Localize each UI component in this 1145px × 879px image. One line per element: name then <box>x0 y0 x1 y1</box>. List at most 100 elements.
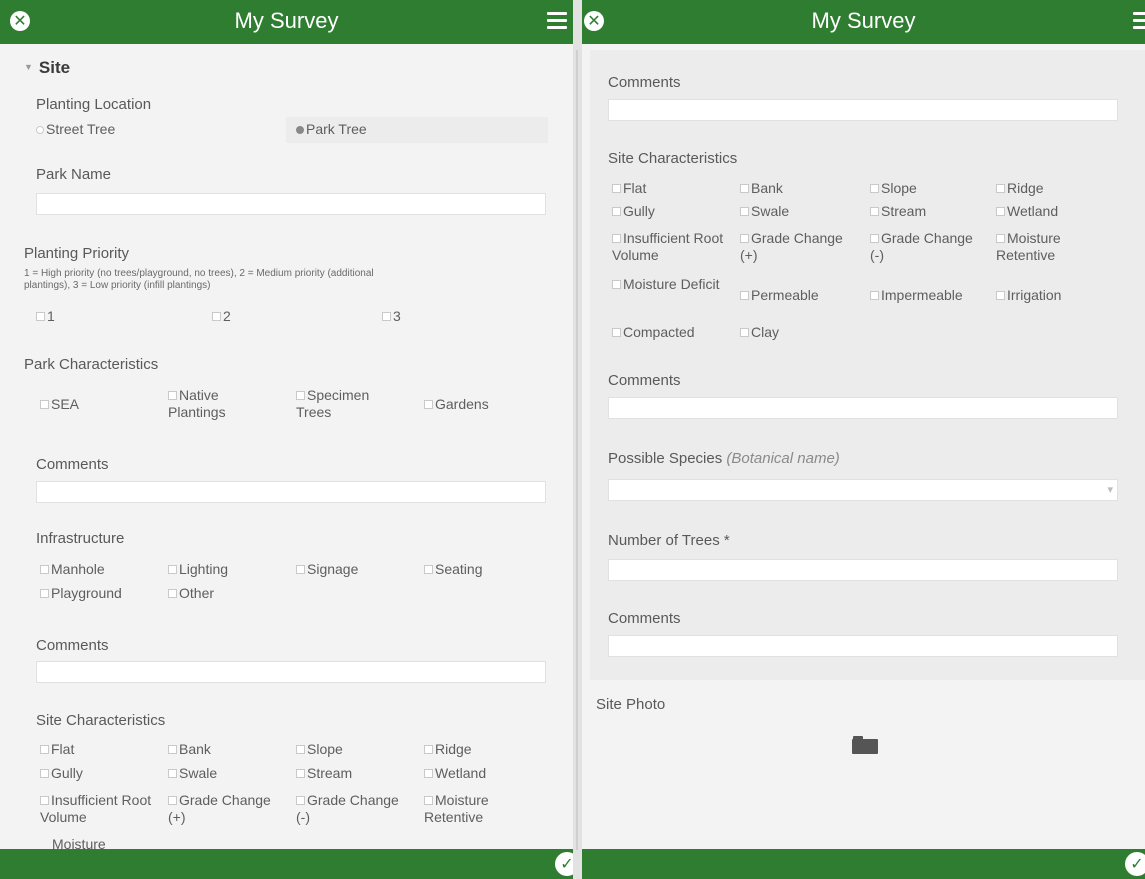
checkbox-icon <box>40 565 49 574</box>
checkbox-icon <box>296 565 305 574</box>
checkbox-insufficient-root-volume[interactable]: Insufficient Root Volume <box>612 230 736 264</box>
park-name-input[interactable] <box>36 193 546 215</box>
checkbox-gully[interactable]: Gully <box>612 203 655 220</box>
checkbox-slope[interactable]: Slope <box>296 741 343 758</box>
comments-input[interactable] <box>608 397 1118 419</box>
checkbox-label: Gardens <box>435 396 489 412</box>
checkbox-label: Impermeable <box>881 287 963 303</box>
site-heading-text: Site <box>38 58 71 77</box>
checkbox-clay[interactable]: Clay <box>740 324 779 341</box>
checkbox-insufficient-root-volume[interactable]: Insufficient Root Volume <box>40 792 164 826</box>
possible-species-text: Possible Species <box>608 450 723 467</box>
checkbox-icon <box>870 207 879 216</box>
checkbox-stream[interactable]: Stream <box>296 765 352 782</box>
checkbox-moisture-retentive[interactable]: Moisture Retentive <box>424 792 524 826</box>
radio-park-tree[interactable]: Park Tree <box>296 121 367 138</box>
possible-species-select[interactable]: ▾ <box>608 479 1118 501</box>
checkbox-slope[interactable]: Slope <box>870 180 917 197</box>
comments-input[interactable] <box>36 481 546 503</box>
checkbox-grade-change-minus[interactable]: Grade Change (-) <box>296 792 406 826</box>
checkbox-swale[interactable]: Swale <box>740 203 789 220</box>
radio-street-tree[interactable]: Street Tree <box>36 121 115 138</box>
checkbox-manhole[interactable]: Manhole <box>40 561 105 578</box>
checkbox-lighting[interactable]: Lighting <box>168 561 228 578</box>
comments-input[interactable] <box>608 99 1118 121</box>
folder-icon[interactable] <box>852 736 878 754</box>
checkbox-wetland[interactable]: Wetland <box>424 765 486 782</box>
checkbox-label: 2 <box>223 308 231 324</box>
checkbox-icon <box>740 328 749 337</box>
checkbox-playground[interactable]: Playground <box>40 585 122 602</box>
checkbox-grade-change-plus[interactable]: Grade Change (+) <box>740 230 850 264</box>
checkbox-flat[interactable]: Flat <box>40 741 74 758</box>
comments-label: Comments <box>36 637 109 654</box>
checkbox-sea[interactable]: SEA <box>40 396 79 413</box>
checkbox-priority-1[interactable]: 1 <box>36 308 55 325</box>
checkbox-priority-2[interactable]: 2 <box>212 308 231 325</box>
checkbox-icon <box>168 391 177 400</box>
comments-input[interactable] <box>608 635 1118 657</box>
checkbox-permeable[interactable]: Permeable <box>740 287 819 304</box>
checkbox-label: Slope <box>307 741 343 757</box>
checkbox-moisture-retentive[interactable]: Moisture Retentive <box>996 230 1096 264</box>
checkbox-ridge[interactable]: Ridge <box>996 180 1044 197</box>
checkbox-impermeable[interactable]: Impermeable <box>870 287 963 304</box>
checkbox-gully[interactable]: Gully <box>40 765 83 782</box>
number-of-trees-input[interactable] <box>608 559 1118 581</box>
checkbox-specimen-trees[interactable]: Specimen Trees <box>296 387 396 421</box>
checkbox-label: Playground <box>51 585 122 601</box>
checkbox-icon <box>40 400 49 409</box>
checkbox-label: Permeable <box>751 287 819 303</box>
checkbox-label: Stream <box>881 203 927 219</box>
checkbox-wetland[interactable]: Wetland <box>996 203 1058 220</box>
checkbox-icon <box>740 291 749 300</box>
checkbox-moisture-deficit[interactable]: Moisture Deficit <box>612 276 736 293</box>
checkbox-swale[interactable]: Swale <box>168 765 217 782</box>
checkbox-bank[interactable]: Bank <box>740 180 783 197</box>
checkbox-icon <box>296 391 305 400</box>
checkbox-label: Grade Change (-) <box>870 230 973 263</box>
checkbox-icon <box>424 400 433 409</box>
checkbox-signage[interactable]: Signage <box>296 561 358 578</box>
menu-icon[interactable] <box>1133 12 1145 30</box>
scrollbar[interactable] <box>576 50 578 850</box>
checkbox-label: Slope <box>881 180 917 196</box>
checkbox-priority-3[interactable]: 3 <box>382 308 401 325</box>
site-characteristics-label: Site Characteristics <box>608 150 738 167</box>
checkbox-label: Clay <box>751 324 780 340</box>
checkbox-flat[interactable]: Flat <box>612 180 646 197</box>
checkbox-seating[interactable]: Seating <box>424 561 482 578</box>
checkbox-grade-change-minus[interactable]: Grade Change (-) <box>870 230 980 264</box>
checkbox-label: Signage <box>307 561 359 577</box>
possible-species-label: Possible Species (Botanical name) <box>608 450 840 467</box>
checkbox-icon <box>612 280 621 289</box>
checkbox-label: Insufficient Root Volume <box>40 792 152 825</box>
form-card <box>590 50 1145 680</box>
checkbox-label: Compacted <box>623 324 695 340</box>
checkmark-icon[interactable]: ✓ <box>555 852 573 876</box>
checkbox-irrigation[interactable]: Irrigation <box>996 287 1061 304</box>
checkbox-icon <box>612 184 621 193</box>
checkmark-icon[interactable]: ✓ <box>1125 852 1145 876</box>
checkbox-label: Grade Change (+) <box>168 792 271 825</box>
checkbox-label: Specimen Trees <box>296 387 370 420</box>
comments-input[interactable] <box>36 661 546 683</box>
checkbox-label: Gully <box>623 203 655 219</box>
checkbox-label: 3 <box>393 308 401 324</box>
checkbox-compacted[interactable]: Compacted <box>612 324 695 341</box>
checkbox-bank[interactable]: Bank <box>168 741 211 758</box>
checkbox-ridge[interactable]: Ridge <box>424 741 472 758</box>
checkbox-other[interactable]: Other <box>168 585 214 602</box>
checkbox-native-plantings[interactable]: Native Plantings <box>168 387 268 421</box>
checkbox-icon <box>424 565 433 574</box>
site-section-heading[interactable]: ▼ Site <box>24 58 70 78</box>
checkbox-icon <box>612 328 621 337</box>
footer-bar: ✓ <box>582 849 1145 879</box>
checkbox-icon <box>870 184 879 193</box>
checkbox-gardens[interactable]: Gardens <box>424 396 489 413</box>
survey-title: My Survey <box>811 8 916 33</box>
menu-icon[interactable] <box>547 12 567 30</box>
checkbox-grade-change-plus[interactable]: Grade Change (+) <box>168 792 278 826</box>
checkbox-icon <box>424 796 433 805</box>
checkbox-stream[interactable]: Stream <box>870 203 926 220</box>
